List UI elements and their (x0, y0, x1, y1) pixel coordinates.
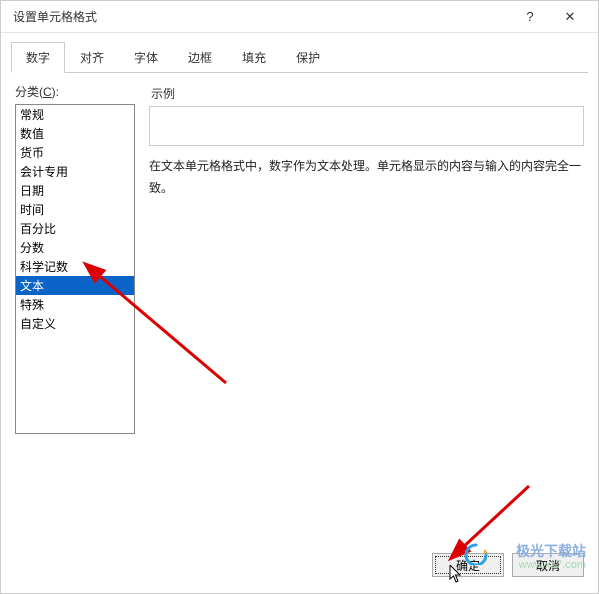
list-item[interactable]: 特殊 (16, 295, 134, 314)
tab-protection[interactable]: 保护 (281, 42, 335, 73)
details-panel: 示例 在文本单元格格式中，数字作为文本处理。单元格显示的内容与输入的内容完全一致… (149, 83, 584, 434)
tab-font[interactable]: 字体 (119, 42, 173, 73)
format-cells-dialog: 设置单元格格式 ? ✕ 数字 对齐 字体 边框 填充 保护 分类(C): 常规 … (0, 0, 599, 594)
tab-number[interactable]: 数字 (11, 42, 65, 73)
list-item[interactable]: 日期 (16, 181, 134, 200)
category-listbox[interactable]: 常规 数值 货币 会计专用 日期 时间 百分比 分数 科学记数 文本 特殊 自定… (15, 104, 135, 434)
help-button[interactable]: ? (510, 4, 550, 30)
tab-fill[interactable]: 填充 (227, 42, 281, 73)
list-item[interactable]: 会计专用 (16, 162, 134, 181)
titlebar: 设置单元格格式 ? ✕ (1, 1, 598, 33)
close-icon: ✕ (565, 9, 576, 25)
tabstrip: 数字 对齐 字体 边框 填充 保护 (11, 41, 588, 73)
tab-label: 对齐 (80, 51, 104, 65)
watermark-logo-icon (462, 543, 490, 565)
close-button[interactable]: ✕ (550, 4, 590, 30)
help-icon: ? (526, 9, 533, 24)
category-panel: 分类(C): 常规 数值 货币 会计专用 日期 时间 百分比 分数 科学记数 文… (15, 83, 135, 434)
list-item[interactable]: 货币 (16, 143, 134, 162)
list-item[interactable]: 时间 (16, 200, 134, 219)
list-item[interactable]: 分数 (16, 238, 134, 257)
cancel-button[interactable]: 取消 (512, 553, 584, 577)
list-item[interactable]: 数值 (16, 124, 134, 143)
tab-label: 字体 (134, 51, 158, 65)
list-item[interactable]: 科学记数 (16, 257, 134, 276)
tab-border[interactable]: 边框 (173, 42, 227, 73)
list-item[interactable]: 自定义 (16, 314, 134, 333)
tab-label: 数字 (26, 51, 50, 65)
button-label: 取消 (536, 557, 560, 574)
category-label: 分类(C): (15, 83, 135, 100)
list-item-selected[interactable]: 文本 (16, 276, 134, 295)
tab-label: 保护 (296, 51, 320, 65)
format-description: 在文本单元格格式中，数字作为文本处理。单元格显示的内容与输入的内容完全一致。 (149, 156, 584, 199)
sample-box (149, 106, 584, 146)
list-item[interactable]: 百分比 (16, 219, 134, 238)
tab-label: 填充 (242, 51, 266, 65)
list-item[interactable]: 常规 (16, 105, 134, 124)
content-area: 分类(C): 常规 数值 货币 会计专用 日期 时间 百分比 分数 科学记数 文… (1, 73, 598, 434)
tab-label: 边框 (188, 51, 212, 65)
mouse-cursor-icon (449, 565, 463, 585)
dialog-title: 设置单元格格式 (13, 8, 510, 25)
sample-label: 示例 (149, 85, 584, 102)
tab-alignment[interactable]: 对齐 (65, 42, 119, 73)
